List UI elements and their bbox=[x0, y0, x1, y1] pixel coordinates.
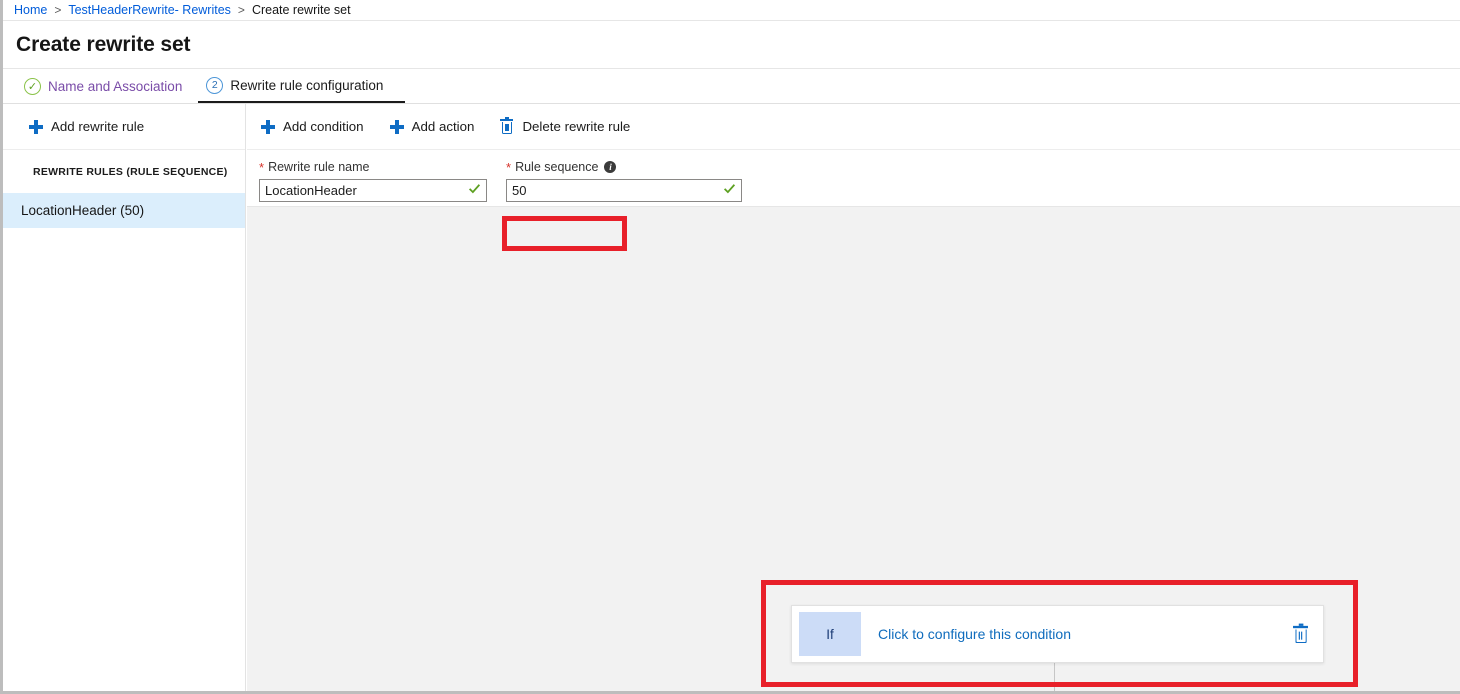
required-asterisk: * bbox=[259, 161, 264, 174]
info-icon[interactable]: i bbox=[604, 161, 616, 173]
title-bar: Create rewrite set bbox=[3, 21, 1460, 69]
step-number-circle-icon: 2 bbox=[206, 77, 223, 94]
tab-rewrite-rule-configuration[interactable]: 2 Rewrite rule configuration bbox=[198, 69, 405, 103]
rewrite-rule-name-input[interactable] bbox=[259, 179, 487, 202]
field-rewrite-rule-name: * Rewrite rule name bbox=[259, 159, 487, 206]
rule-item-label: LocationHeader (50) bbox=[21, 203, 144, 218]
required-asterisk: * bbox=[506, 161, 511, 174]
rewrite-rule-name-input-wrap bbox=[259, 179, 487, 202]
add-rewrite-rule-button[interactable]: Add rewrite rule bbox=[27, 113, 146, 140]
tab-name-and-association[interactable]: ✓ Name and Association bbox=[24, 69, 192, 103]
label-text: Rewrite rule name bbox=[268, 160, 369, 174]
trash-icon bbox=[1293, 625, 1308, 642]
wizard-tab-list: ✓ Name and Association 2 Rewrite rule co… bbox=[3, 69, 1460, 104]
plus-icon bbox=[29, 120, 43, 134]
rule-properties-form: * Rewrite rule name * Rule sequence i bbox=[247, 150, 1460, 207]
rule-sequence-input-wrap bbox=[506, 179, 742, 202]
breadcrumb-separator: > bbox=[238, 3, 245, 17]
rule-command-toolbar: Add condition Add action Delete rewrite … bbox=[247, 104, 1460, 150]
plus-icon bbox=[390, 120, 404, 134]
trash-icon bbox=[500, 119, 513, 134]
rewrite-rules-list-header: REWRITE RULES (RULE SEQUENCE) bbox=[3, 150, 245, 178]
condition-card[interactable]: If Click to configure this condition bbox=[791, 605, 1324, 663]
add-rewrite-rule-label: Add rewrite rule bbox=[51, 119, 144, 134]
rule-sequence-label: * Rule sequence i bbox=[506, 159, 742, 175]
rule-flow-canvas: If Click to configure this condition The… bbox=[247, 207, 1460, 691]
field-rule-sequence: * Rule sequence i bbox=[506, 159, 742, 206]
breadcrumb-item-current: Create rewrite set bbox=[252, 3, 351, 17]
tab-label: Rewrite rule configuration bbox=[230, 78, 383, 93]
delete-rewrite-rule-button[interactable]: Delete rewrite rule bbox=[498, 113, 632, 140]
tab-label: Name and Association bbox=[48, 79, 182, 94]
breadcrumb-separator: > bbox=[54, 3, 61, 17]
page-title: Create rewrite set bbox=[16, 33, 190, 57]
rewrite-rules-sidebar: Add rewrite rule REWRITE RULES (RULE SEQ… bbox=[3, 104, 246, 691]
sidebar-toolbar: Add rewrite rule bbox=[3, 104, 245, 150]
if-badge: If bbox=[799, 612, 861, 656]
check-circle-icon: ✓ bbox=[24, 78, 41, 95]
breadcrumb-item-home[interactable]: Home bbox=[14, 3, 47, 17]
add-action-button[interactable]: Add action bbox=[388, 113, 477, 140]
rewrite-rule-configuration-pane: Add condition Add action Delete rewrite … bbox=[247, 104, 1460, 691]
plus-icon bbox=[261, 120, 275, 134]
azure-create-rewrite-set-blade: Home > TestHeaderRewrite- Rewrites > Cre… bbox=[0, 0, 1460, 694]
configure-condition-link[interactable]: Click to configure this condition bbox=[861, 606, 1277, 662]
rewrite-rules-list: LocationHeader (50) bbox=[3, 193, 245, 228]
rewrite-rule-name-label: * Rewrite rule name bbox=[259, 159, 487, 175]
delete-condition-button[interactable] bbox=[1277, 606, 1323, 662]
breadcrumb: Home > TestHeaderRewrite- Rewrites > Cre… bbox=[3, 0, 1460, 21]
rule-sequence-input[interactable] bbox=[506, 179, 742, 202]
list-item-rewrite-rule[interactable]: LocationHeader (50) bbox=[3, 193, 245, 228]
delete-rewrite-rule-label: Delete rewrite rule bbox=[522, 119, 630, 134]
add-action-label: Add action bbox=[412, 119, 475, 134]
add-condition-label: Add condition bbox=[283, 119, 364, 134]
add-condition-button[interactable]: Add condition bbox=[259, 113, 366, 140]
breadcrumb-item-rewrites[interactable]: TestHeaderRewrite- Rewrites bbox=[68, 3, 231, 17]
label-text: Rule sequence bbox=[515, 160, 598, 174]
